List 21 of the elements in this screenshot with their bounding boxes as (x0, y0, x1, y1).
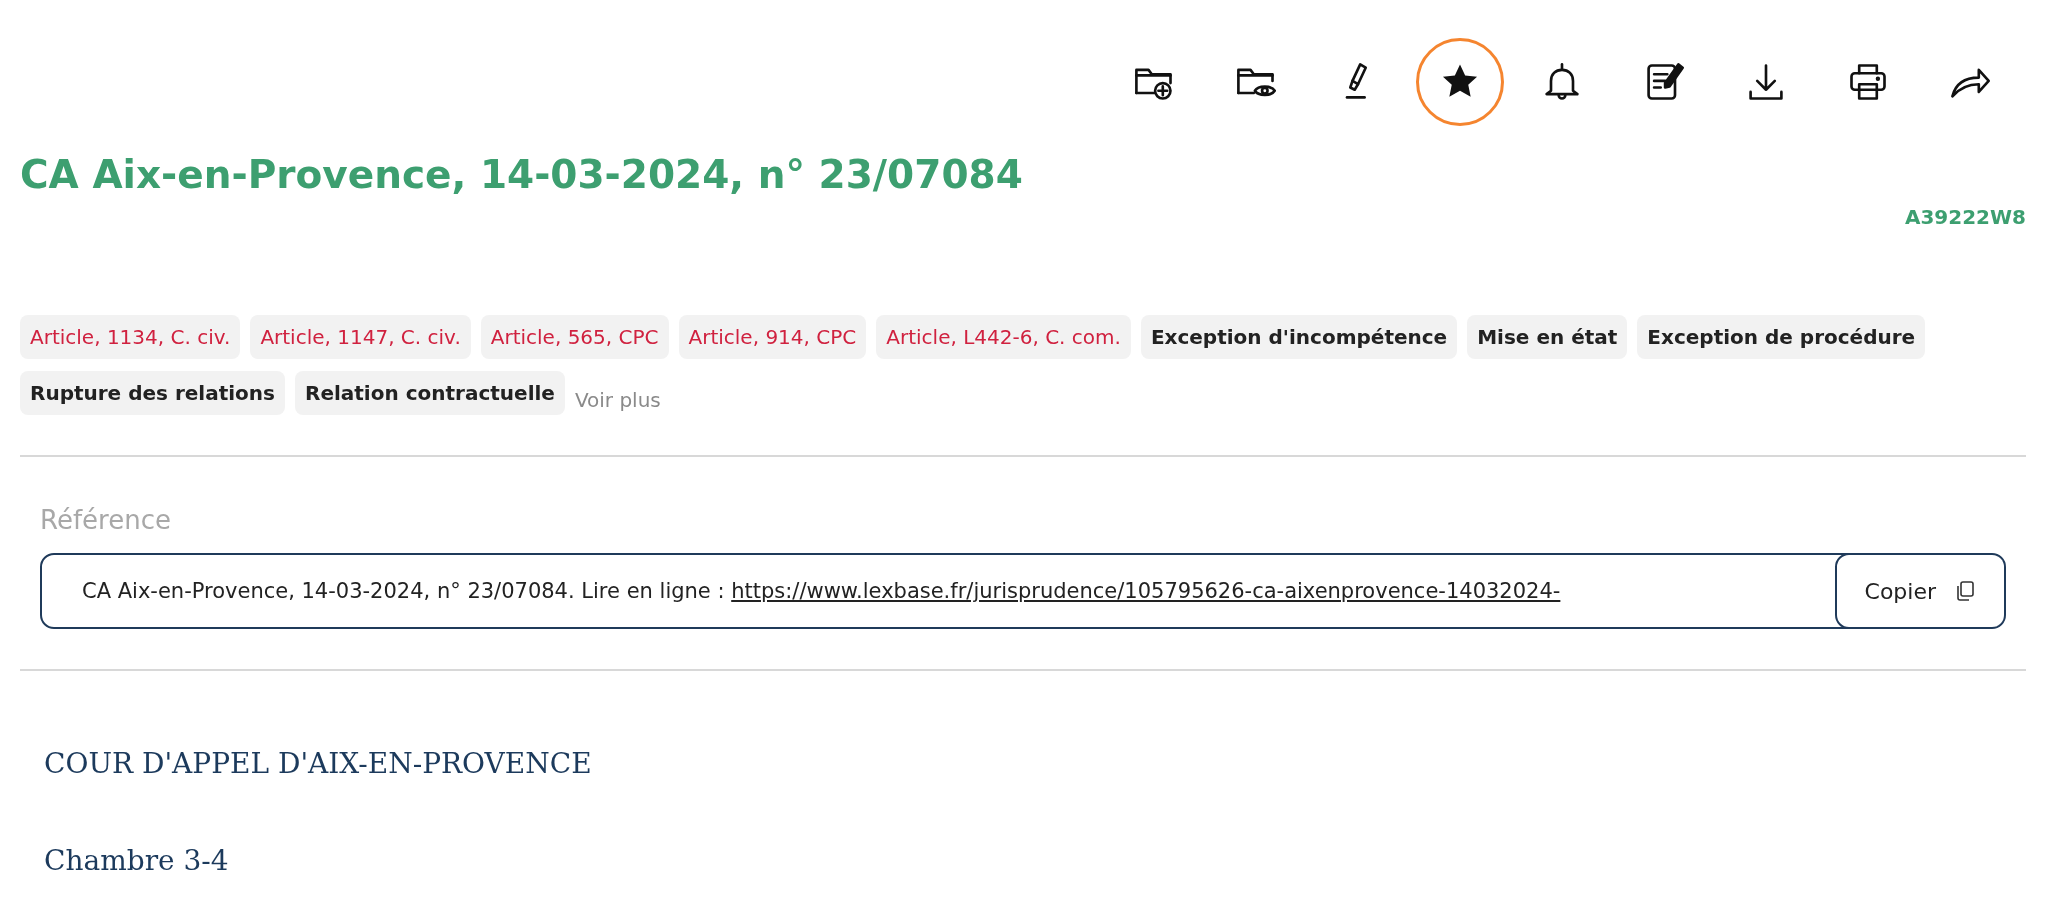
keyword-tag[interactable]: Relation contractuelle (295, 371, 565, 415)
keyword-tag[interactable]: Exception de procédure (1637, 315, 1926, 359)
body-paragraph: COUR D'APPEL D'AIX-EN-PROVENCE (44, 747, 593, 780)
article-tag[interactable]: Article, 565, CPC (480, 315, 669, 359)
article-tag[interactable]: Article, L442-6, C. com. (876, 315, 1131, 359)
keyword-tag[interactable]: Mise en état (1467, 315, 1628, 359)
star-button[interactable] (1416, 38, 1504, 126)
article-tag[interactable]: Article, 914, CPC (678, 315, 867, 359)
keyword-tag[interactable]: Rupture des relations (20, 371, 285, 415)
see-more-link[interactable]: Voir plus (574, 388, 661, 415)
copy-icon (1954, 580, 1976, 602)
reference-label: Référence (40, 505, 171, 535)
body-paragraph: Chambre 3-4 (44, 844, 230, 877)
article-tag[interactable]: Article, 1134, C. civ. (20, 315, 241, 359)
document-id: A39222W8 (1904, 205, 2026, 229)
keyword-tag[interactable]: Exception d'incompétence (1140, 315, 1458, 359)
reference-field[interactable]: CA Aix-en-Provence, 14-03-2024, n° 23/07084. Lire en ligne : https://www.lexbase.fr/jurisprudence/105795626-ca-aixenprovence-14032024- Copier (40, 553, 2006, 629)
copy-button[interactable]: Copier (1834, 555, 2004, 627)
document-title: CA Aix-en-Provence, 14-03-2024, n° 23/07084 (20, 152, 1024, 197)
reference-link[interactable]: https://www.lexbase.fr/jurisprudence/105795626-ca-aixenprovence-14032024- (731, 579, 1561, 603)
article-tag[interactable]: Article, 1147, C. civ. (250, 315, 471, 359)
